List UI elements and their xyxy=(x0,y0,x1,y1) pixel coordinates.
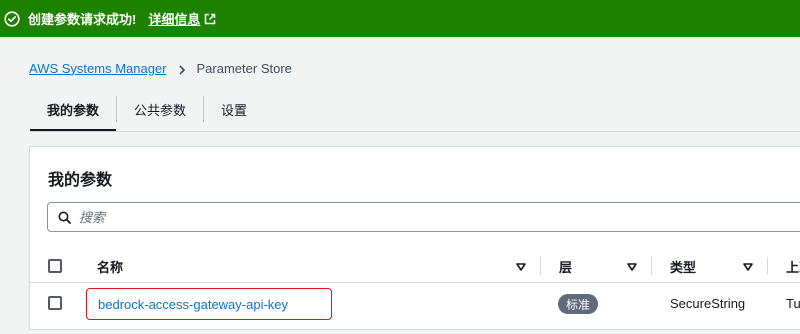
table-row: bedrock-access-gateway-api-key 标准 Secure… xyxy=(30,284,800,322)
tab-label: 公共参数 xyxy=(134,102,187,118)
breadcrumb: AWS Systems Manager Parameter Store xyxy=(29,59,292,77)
search-box[interactable] xyxy=(47,202,800,232)
column-header-tier[interactable]: 层 xyxy=(559,249,572,283)
highlighted-name-cell: bedrock-access-gateway-api-key xyxy=(86,288,332,320)
parameter-name-link[interactable]: bedrock-access-gateway-api-key xyxy=(98,297,288,312)
column-header-name[interactable]: 名称 xyxy=(97,249,123,283)
sort-caret-down-icon[interactable] xyxy=(627,260,637,271)
column-header-type[interactable]: 类型 xyxy=(670,249,696,283)
search-icon xyxy=(58,211,71,224)
panel-title: 我的参数 xyxy=(48,172,113,189)
column-resizer[interactable] xyxy=(651,257,652,275)
select-all-checkbox[interactable] xyxy=(48,259,62,273)
sort-caret-down-icon[interactable] xyxy=(743,260,753,271)
tab-my-parameters[interactable]: 我的参数 xyxy=(30,87,117,132)
breadcrumb-parameter-store: Parameter Store xyxy=(196,60,292,76)
breadcrumb-systems-manager[interactable]: AWS Systems Manager xyxy=(29,61,167,76)
column-resizer[interactable] xyxy=(767,257,768,275)
check-circle-icon xyxy=(4,10,20,27)
last-modified-cell: Tue xyxy=(786,295,800,311)
flash-message: 创建参数请求成功! xyxy=(28,12,137,27)
tier-badge: 标准 xyxy=(558,294,599,314)
type-cell: SecureString xyxy=(670,295,746,311)
chevron-right-icon xyxy=(177,63,187,75)
success-flashbar: 创建参数请求成功! 详细信息 xyxy=(0,0,800,37)
column-header-last-modified[interactable]: 上次 xyxy=(786,249,800,283)
tab-label: 我的参数 xyxy=(47,102,100,118)
row-checkbox[interactable] xyxy=(48,296,62,310)
parameters-container: 我的参数 名称 层 类型 上次 bedrock-access-gateway-a… xyxy=(29,146,800,330)
column-resizer[interactable] xyxy=(540,257,541,275)
tab-settings[interactable]: 设置 xyxy=(204,87,264,131)
tabs-underline xyxy=(30,131,800,132)
external-link-icon xyxy=(204,13,216,25)
view-details-label: 详细信息 xyxy=(148,12,201,27)
search-input[interactable] xyxy=(79,209,679,225)
view-details-link[interactable]: 详细信息 xyxy=(148,9,216,28)
table-header: 名称 层 类型 上次 xyxy=(30,249,800,283)
tab-public-parameters[interactable]: 公共参数 xyxy=(117,87,203,131)
tab-list: 我的参数 公共参数 设置 xyxy=(30,87,264,132)
tab-label: 设置 xyxy=(221,102,248,118)
sort-caret-down-icon[interactable] xyxy=(516,260,526,271)
